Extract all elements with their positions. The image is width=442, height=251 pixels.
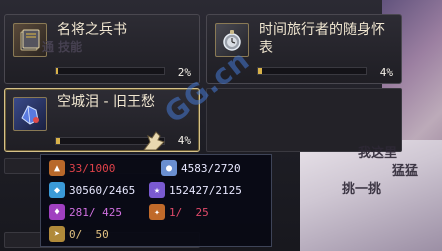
stat-value: 4583/2720 [181,161,241,175]
stat-attack: ♦ 281/ 425 [49,203,122,221]
stat-crit: ✦ 1/ 25 [149,203,209,221]
stat-value: 30560/2465 [69,183,136,197]
stat-vitality: ● 4583/2720 [161,159,241,177]
progress-percent: 4% [177,134,191,147]
stat-value: 281/ 425 [69,205,122,219]
stat-value: 0/ 50 [69,227,109,241]
stat-speed: ➤ 0/ 50 [49,225,109,243]
speed-icon: ➤ [49,226,65,242]
background-text: 挑一挑 [342,182,382,197]
progress-fill [56,138,61,144]
progress-percent: 2% [177,66,191,79]
progress-bar [257,67,367,75]
card-title: 空城泪 - 旧王愁 [57,94,155,110]
stat-intelligence: ◆ 30560/2465 [49,181,135,199]
hand-cursor-icon [140,128,168,156]
stat-spirit: ★ 152427/2125 [149,181,242,199]
background-text: 通 技能 [42,40,83,54]
gem-icon [13,97,47,131]
strength-icon: ▲ [49,160,65,176]
progress-bar [55,67,165,75]
crit-icon: ✦ [149,204,165,220]
progress-fill [258,68,263,74]
stat-strength: ▲ 33/1000 [49,159,115,177]
stats-tooltip: ▲ 33/1000 ● 4583/2720 ◆ 30560/2465 ★ 152… [40,154,272,247]
background-text: 猛猛 [392,164,419,179]
attack-icon: ♦ [49,204,65,220]
stat-value: 152427/2125 [169,183,242,197]
progress-fill [56,68,59,74]
stat-value: 1/ 25 [169,205,209,219]
background-text: 我这里 [358,146,398,161]
card-title: 时间旅行者的随身怀表 [259,22,385,56]
card-title: 名将之兵书 [57,22,127,38]
progress-percent: 4% [379,66,393,79]
spirit-icon: ★ [149,182,165,198]
collection-card-1[interactable]: 名将之兵书 2% [4,14,200,84]
stat-value: 33/1000 [69,161,116,175]
vitality-icon: ● [161,160,177,176]
intelligence-icon: ◆ [49,182,65,198]
